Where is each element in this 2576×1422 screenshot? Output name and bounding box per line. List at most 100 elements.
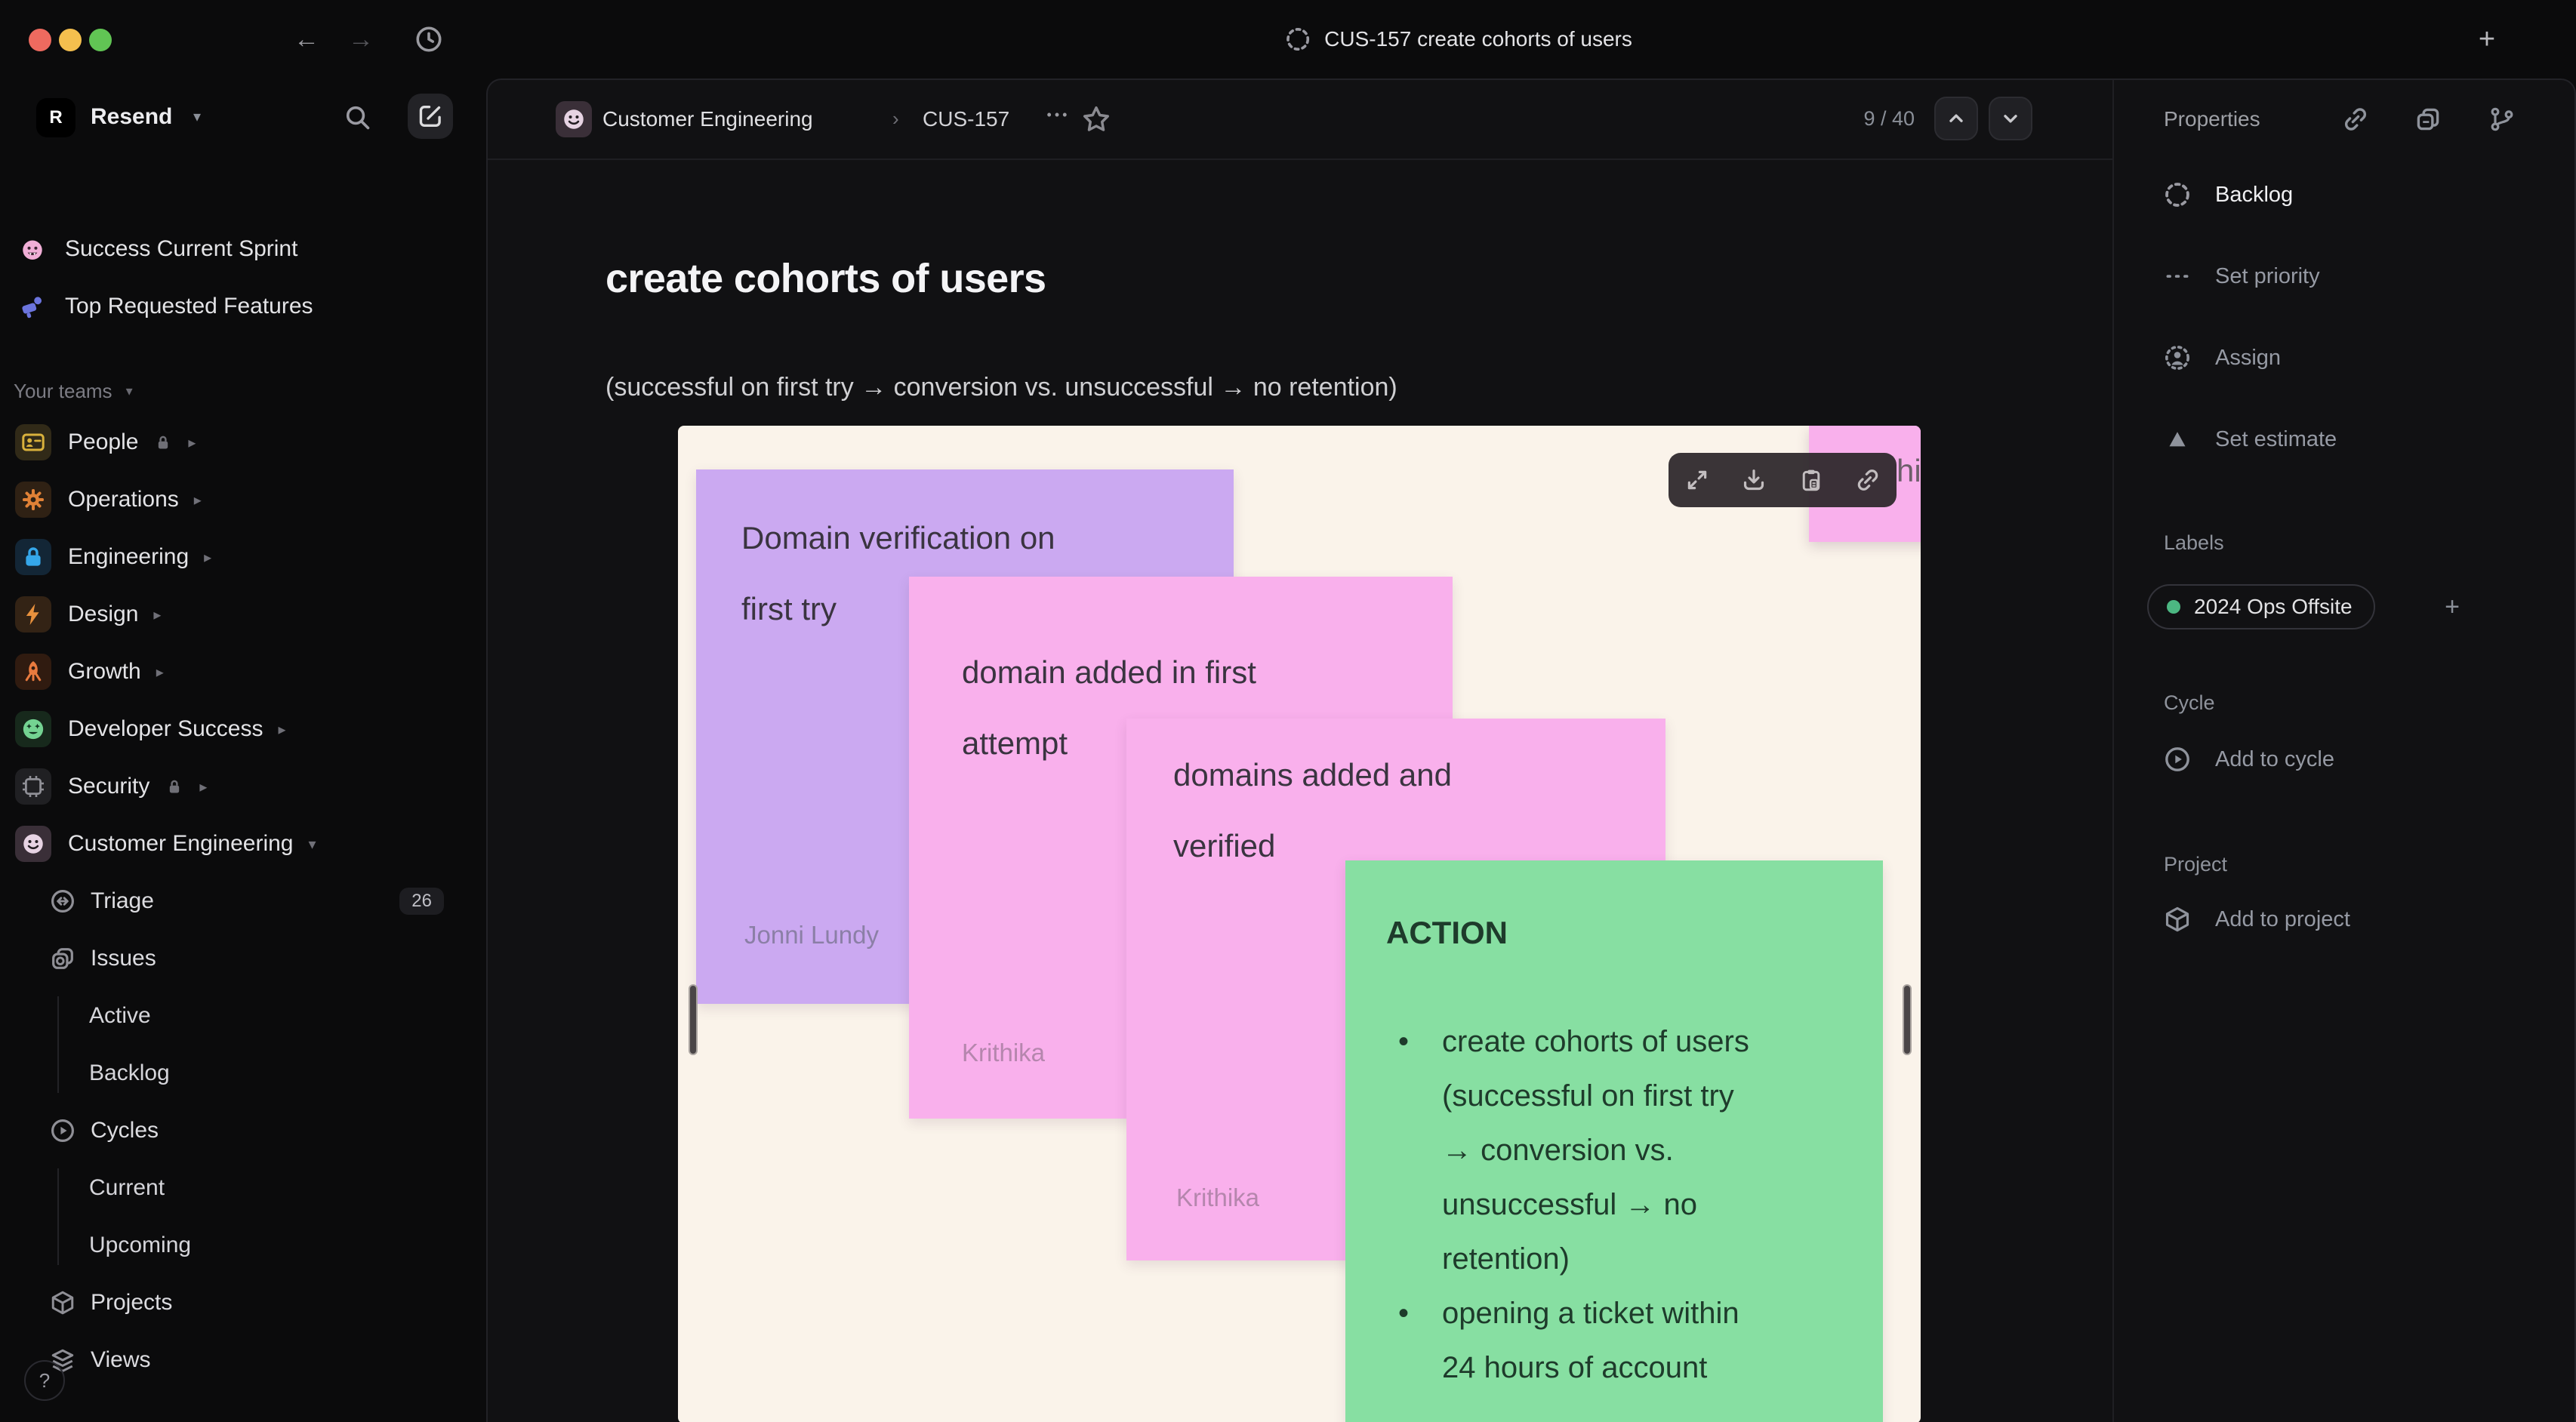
zoom-window-button[interactable]: [89, 29, 112, 51]
chevron-down-icon: ▾: [193, 109, 202, 125]
people-team-icon: [15, 424, 51, 460]
copy-id-icon[interactable]: [2414, 106, 2442, 133]
window-title-text: CUS-157 create cohorts of users: [1324, 27, 1632, 51]
note-author: Jonni Lundy: [744, 921, 879, 949]
team-label: Growth: [68, 659, 141, 684]
sidebar-team-operations[interactable]: Operations ▸: [0, 471, 486, 528]
sidebar-item-backlog[interactable]: Backlog: [0, 1045, 486, 1102]
cycles-subgroup: Current Upcoming: [0, 1159, 486, 1274]
copy-link-icon[interactable]: [2342, 106, 2369, 133]
note-text: create cohorts of users(successful on fi…: [1386, 1014, 1749, 1395]
chevron-right-icon: ▸: [193, 491, 202, 509]
team-label: Operations: [68, 487, 179, 512]
gear-icon: [15, 482, 51, 518]
expand-image-icon[interactable]: [1675, 457, 1720, 503]
team-label: Developer Success: [68, 716, 263, 741]
status-label: Backlog: [2215, 182, 2294, 207]
sidebar-item-top-requested-features[interactable]: Top Requested Features: [0, 278, 486, 335]
sidebar-item-label: Top Requested Features: [65, 294, 313, 319]
sidebar-item-current[interactable]: Current: [0, 1159, 486, 1217]
next-issue-button[interactable]: [1989, 97, 2032, 140]
assignee-selector[interactable]: Assign: [2164, 344, 2281, 371]
help-button[interactable]: ?: [24, 1360, 65, 1401]
sidebar-team-developer-success[interactable]: Developer Success ▸: [0, 700, 486, 758]
sidebar-item-views[interactable]: Views: [0, 1331, 486, 1389]
properties-title: Properties: [2164, 107, 2260, 131]
sidebar-team-customer-engineering[interactable]: Customer Engineering ▾: [0, 815, 486, 873]
team-label: Security: [68, 774, 150, 799]
lock-icon: [153, 432, 173, 452]
rocket-icon: [15, 654, 51, 690]
cube-icon: [2164, 906, 2191, 933]
history-icon[interactable]: [409, 20, 448, 59]
sidebar-item-active[interactable]: Active: [0, 987, 486, 1045]
your-teams-header[interactable]: Your teams ▾: [0, 368, 486, 414]
sidebar-team-engineering[interactable]: Engineering ▸: [0, 528, 486, 586]
link-icon[interactable]: [1845, 457, 1890, 503]
image-resize-handle-left[interactable]: [689, 984, 698, 1055]
nav-label: Issues: [91, 946, 156, 971]
git-branch-icon[interactable]: [2488, 106, 2516, 133]
chevron-right-icon: ▸: [156, 663, 164, 681]
breadcrumb-separator: ›: [892, 107, 899, 130]
team-label: People: [68, 429, 139, 454]
image-resize-handle-right[interactable]: [1903, 984, 1912, 1055]
estimate-selector[interactable]: Set estimate: [2164, 426, 2337, 453]
add-to-project-button[interactable]: Add to project: [2164, 906, 2350, 933]
sidebar-item-success-current-sprint[interactable]: Success Current Sprint: [0, 229, 486, 278]
team-label: Design: [68, 602, 139, 626]
previous-issue-button[interactable]: [1934, 97, 1978, 140]
new-issue-button[interactable]: [408, 94, 453, 139]
back-button[interactable]: ←: [287, 20, 326, 59]
sidebar-item-triage[interactable]: Triage 26: [0, 873, 486, 930]
more-actions-button[interactable]: •••: [1037, 94, 1080, 136]
breadcrumb-team[interactable]: Customer Engineering: [602, 107, 813, 131]
label-name: 2024 Ops Offsite: [2194, 595, 2353, 618]
team-label: Engineering: [68, 544, 190, 569]
label-chip[interactable]: 2024 Ops Offsite: [2147, 584, 2375, 629]
issues-subgroup: Active Backlog: [0, 987, 486, 1102]
sidebar: R Resend ▾ Success Current Sprint Top Re…: [0, 78, 486, 1422]
priority-dashes-icon: [2164, 263, 2191, 290]
forward-button[interactable]: →: [341, 20, 381, 59]
issue-title[interactable]: create cohorts of users: [605, 255, 1046, 302]
workspace-logo[interactable]: R: [36, 98, 75, 137]
team-label: Customer Engineering: [68, 831, 294, 856]
chevron-right-icon: ▸: [199, 778, 208, 796]
add-label-button[interactable]: +: [2433, 587, 2472, 626]
note-text: hi: [1897, 453, 1921, 488]
sidebar-item-issues[interactable]: Issues: [0, 930, 486, 987]
assign-person-icon: [2164, 344, 2191, 371]
header-divider: [488, 159, 2112, 160]
nav-label: Cycles: [91, 1118, 159, 1143]
workspace-name[interactable]: Resend: [91, 104, 172, 130]
breadcrumb-issue-id[interactable]: CUS-157: [923, 107, 1009, 131]
attached-image[interactable]: Domain verification on first try Jonni Lu…: [678, 426, 1921, 1422]
chevron-right-icon: ▸: [188, 434, 196, 451]
search-icon[interactable]: [344, 104, 371, 131]
sidebar-team-people[interactable]: People ▸: [0, 414, 486, 471]
priority-label: Set priority: [2215, 263, 2320, 288]
workspace-switcher[interactable]: R Resend ▾: [0, 94, 486, 145]
sidebar-team-security[interactable]: Security ▸: [0, 758, 486, 815]
sidebar-item-projects[interactable]: Projects: [0, 1274, 486, 1331]
your-teams-label: Your teams: [14, 379, 112, 402]
new-tab-button[interactable]: +: [2466, 18, 2508, 60]
status-selector[interactable]: Backlog: [2164, 181, 2293, 208]
sidebar-item-cycles[interactable]: Cycles: [0, 1102, 486, 1159]
minimize-window-button[interactable]: [59, 29, 82, 51]
priority-selector[interactable]: Set priority: [2164, 263, 2320, 290]
download-icon[interactable]: [1731, 457, 1776, 503]
note-title: ACTION: [1386, 915, 1508, 950]
sprint-emoji-icon: [20, 236, 45, 262]
issue-description[interactable]: (successful on first try → conversion vs…: [605, 373, 1397, 402]
sidebar-item-upcoming[interactable]: Upcoming: [0, 1217, 486, 1274]
sidebar-team-growth[interactable]: Growth ▸: [0, 643, 486, 700]
close-window-button[interactable]: [29, 29, 51, 51]
note-author: Krithika: [1176, 1183, 1260, 1211]
project-header: Project: [2164, 853, 2228, 876]
sidebar-team-design[interactable]: Design ▸: [0, 586, 486, 643]
add-to-cycle-button[interactable]: Add to cycle: [2164, 746, 2334, 773]
copy-to-clipboard-icon[interactable]: [1789, 457, 1834, 503]
favorite-star-icon[interactable]: [1081, 104, 1111, 134]
